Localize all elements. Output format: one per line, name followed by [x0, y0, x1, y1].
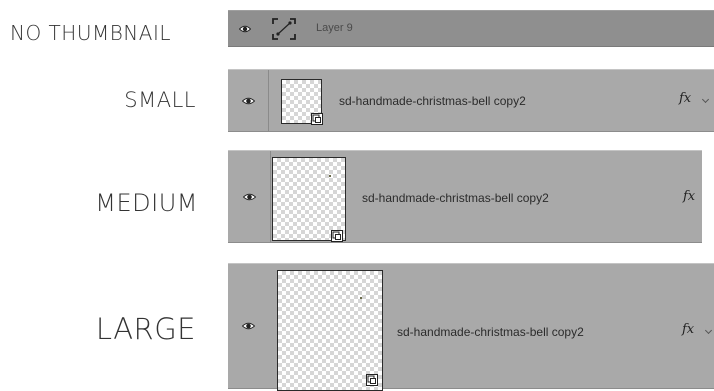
layer-icon	[272, 18, 296, 45]
layer-thumbnail	[272, 157, 346, 242]
visibility-toggle[interactable]	[228, 151, 271, 242]
layer-thumbnail	[277, 270, 383, 391]
visibility-toggle[interactable]	[228, 70, 269, 131]
visibility-toggle[interactable]	[228, 11, 262, 46]
layer-row-no-thumbnail[interactable]: Layer 9	[228, 10, 714, 47]
layer-name: sd-handmade-christmas-bell copy2	[339, 94, 526, 108]
layer-row-small[interactable]: sd-handmade-christmas-bell copy2 fx	[228, 69, 714, 132]
layer-name: Layer 9	[316, 22, 353, 34]
layer-row-medium[interactable]: sd-handmade-christmas-bell copy2 fx	[228, 150, 702, 243]
eye-icon	[241, 322, 255, 330]
size-label-large: LARGE	[95, 312, 196, 346]
smart-object-icon	[311, 113, 323, 125]
size-label-medium: MEDIUM	[95, 189, 198, 217]
eye-icon	[241, 97, 255, 105]
eye-icon	[242, 193, 256, 201]
smart-object-icon	[366, 374, 378, 386]
size-label-no-thumbnail: NO THUMBNAIL	[10, 21, 171, 45]
layer-name: sd-handmade-christmas-bell copy2	[397, 325, 584, 339]
thumbnail-speck	[329, 175, 331, 177]
visibility-toggle[interactable]	[228, 264, 268, 388]
thumbnail-speck	[360, 297, 362, 299]
layer-effects-icon[interactable]: fx	[682, 322, 694, 337]
layer-row-large[interactable]: sd-handmade-christmas-bell copy2 fx	[228, 263, 714, 391]
chevron-down-icon[interactable]	[704, 326, 713, 335]
size-label-small: SMALL	[124, 88, 196, 112]
smart-object-icon	[331, 230, 343, 242]
layer-thumbnail	[281, 79, 323, 125]
layer-effects-icon[interactable]: fx	[683, 189, 695, 204]
eye-icon	[239, 25, 251, 33]
layer-effects-icon[interactable]: fx	[679, 91, 691, 106]
layer-name: sd-handmade-christmas-bell copy2	[362, 191, 549, 205]
chevron-down-icon[interactable]	[701, 95, 710, 104]
